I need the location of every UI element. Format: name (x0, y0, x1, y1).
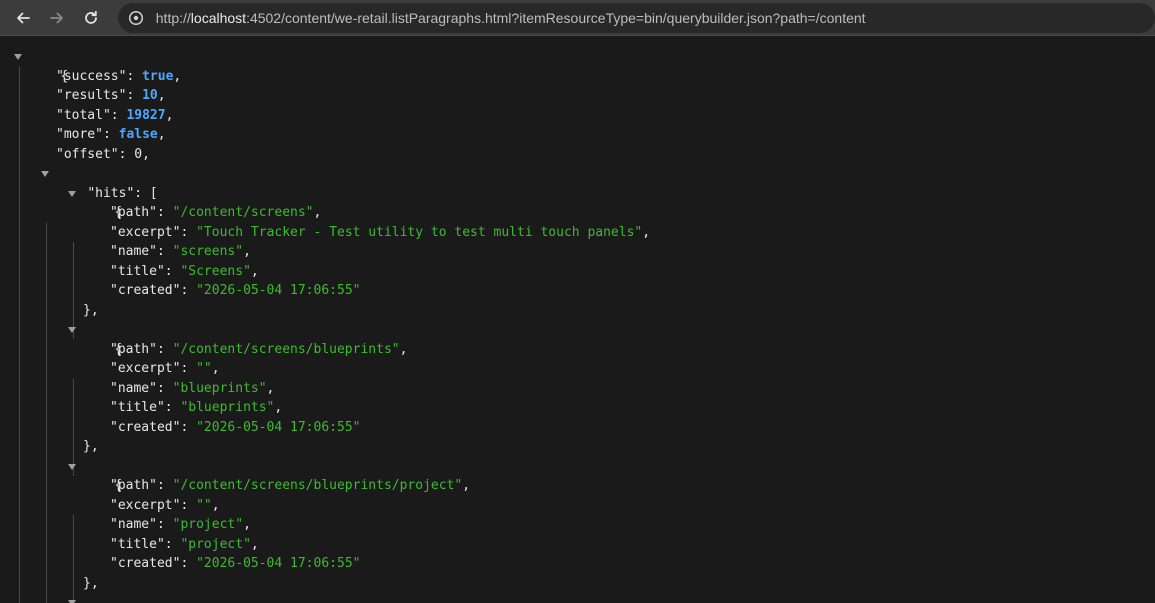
url-path: :4502/content/we-retail.listParagraphs.h… (246, 9, 866, 26)
back-button[interactable] (8, 3, 38, 33)
json-line: { (0, 184, 1155, 220)
reload-icon (84, 10, 97, 24)
url-host: localhost (190, 9, 247, 26)
json-line: "excerpt": "", (110, 497, 220, 513)
json-line: "name": "project", (110, 517, 251, 532)
total-value: 19827 (126, 107, 166, 123)
hit-excerpt-value: "" (196, 361, 212, 376)
caret-down-icon[interactable] (68, 463, 76, 470)
hit-created-value: "2026-05-04 17:06:55" (196, 419, 361, 435)
hit-excerpt-value: "Touch Tracker - Test utility to test mu… (196, 224, 643, 240)
browser-toolbar: http://localhost:4502/content/we-retail.… (0, 0, 1155, 36)
json-line: "results": 10, (56, 88, 166, 103)
json-line: "name": "screens", (110, 244, 251, 259)
more-value: false (118, 127, 158, 142)
hit-name-value: "blueprints" (172, 380, 267, 396)
results-value: 10 (142, 88, 158, 103)
json-line: "excerpt": "Touch Tracker - Test utility… (110, 224, 651, 240)
hit-created-value: "2026-05-04 17:06:55" (196, 283, 361, 298)
address-bar[interactable]: http://localhost:4502/content/we-retail.… (117, 2, 1155, 33)
hit-name-value: "project" (172, 517, 244, 532)
json-line: "total": 19827, (56, 107, 174, 123)
json-line: }, (83, 302, 99, 318)
json-line: "success": true, (56, 68, 182, 84)
site-info-icon[interactable] (128, 10, 144, 26)
json-line: { (0, 47, 1155, 84)
reload-button[interactable] (76, 3, 106, 33)
json-line: "created": "2026-05-04 17:06:55" (110, 283, 361, 298)
url-text[interactable]: http://localhost:4502/content/we-retail.… (156, 10, 866, 26)
success-value: true (142, 68, 174, 84)
hit-path-value: "/content/screens" (172, 205, 314, 220)
hit-title-value: "Screens" (180, 263, 251, 279)
json-line: "created": "2026-05-04 17:06:55" (110, 419, 361, 435)
forward-button[interactable] (42, 3, 72, 33)
json-viewer: { "success": true, "results": 10, "total… (0, 36, 1155, 603)
arrow-left-icon (17, 12, 30, 23)
json-line: "path": "/content/screens", (110, 205, 322, 220)
json-line: "created": "2026-05-04 17:06:55" (110, 556, 361, 571)
caret-down-icon[interactable] (41, 171, 49, 177)
json-line: "path": "/content/screens/blueprints", (110, 341, 408, 357)
json-line: { (0, 320, 1155, 357)
url-prefix: http:// (155, 9, 191, 26)
offset-value: 0 (134, 146, 143, 162)
hit-name-value: "screens" (172, 244, 244, 259)
json-line: "path": "/content/screens/blueprints/pro… (110, 478, 471, 493)
json-line: }, (83, 575, 99, 591)
caret-down-icon[interactable] (68, 190, 76, 197)
json-line: "excerpt": "", (110, 361, 220, 376)
hit-created-value: "2026-05-04 17:06:55" (196, 556, 361, 571)
json-line: "hits": [ (0, 164, 1155, 201)
json-line: "title": "Screens", (110, 263, 259, 279)
json-line: }, (83, 439, 99, 454)
json-line: "more": false, (56, 127, 166, 142)
hit-title-value: "project" (180, 536, 251, 552)
hit-excerpt-value: "" (196, 497, 212, 513)
caret-down-icon[interactable] (68, 327, 76, 333)
caret-down-icon[interactable] (14, 54, 22, 60)
hit-title-value: "blueprints" (180, 400, 275, 415)
hit-path-value: "/content/screens/blueprints/project" (172, 478, 463, 493)
json-line: { (0, 593, 1155, 603)
json-line: "title": "blueprints", (110, 400, 283, 415)
json-line: "title": "project", (110, 536, 259, 552)
json-line: { (0, 457, 1155, 493)
json-line: "offset": 0, (56, 146, 150, 162)
json-line: "name": "blueprints", (110, 380, 275, 396)
arrow-right-icon (49, 12, 63, 23)
hit-path-value: "/content/screens/blueprints" (172, 341, 400, 357)
